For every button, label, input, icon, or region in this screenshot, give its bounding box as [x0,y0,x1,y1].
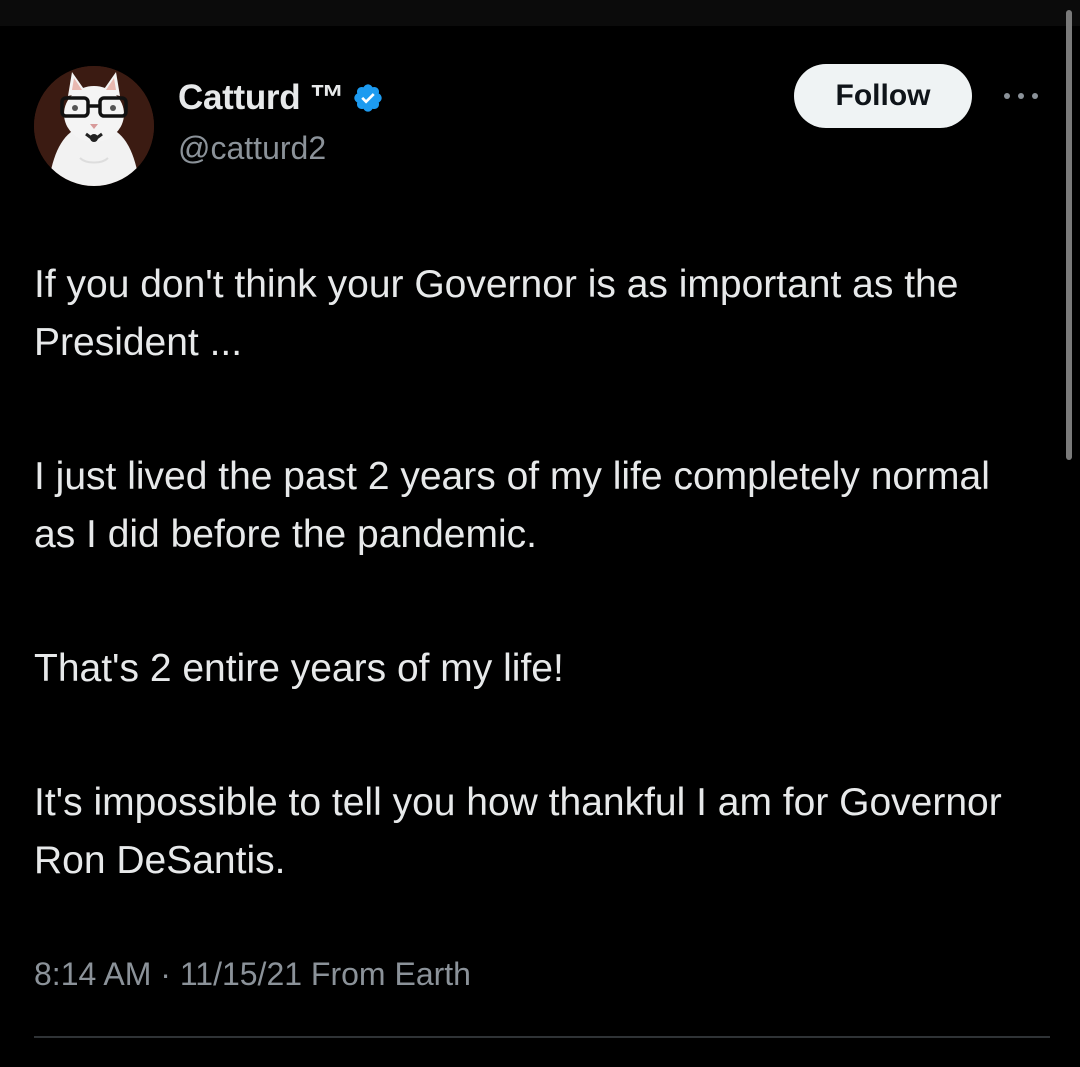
tweet-metadata: 8:14 AM · 11/15/21 From Earth [34,956,471,993]
follow-button[interactable]: Follow [794,64,972,128]
tweet-card: Catturd ™ @catturd2 Follow If you don't … [0,26,1080,1067]
tweet-text: If you don't think your Governor is as i… [34,256,1034,890]
cat-with-glasses-avatar-icon [34,66,154,186]
divider [34,1036,1050,1038]
more-options-icon [1004,93,1038,99]
tweet-time[interactable]: 8:14 AM [34,956,151,992]
verified-badge-icon [354,84,383,112]
author-name-row: Catturd ™ [178,78,384,118]
display-name[interactable]: Catturd ™ [178,78,345,118]
more-options-button[interactable] [998,82,1044,110]
top-strip [0,0,1080,26]
tweet-paragraph: That's 2 entire years of my life! [34,647,564,690]
handle[interactable]: @catturd2 [178,130,326,167]
meta-separator: · [151,956,180,992]
tweet-date[interactable]: 11/15/21 [180,956,302,992]
tweet-paragraph: It's impossible to tell you how thankful… [34,781,1002,882]
scrollbar[interactable] [1066,10,1072,460]
tweet-paragraph: If you don't think your Governor is as i… [34,263,959,364]
tweet-source: From Earth [310,956,471,992]
tweet-paragraph: I just lived the past 2 years of my life… [34,455,990,556]
avatar[interactable] [34,66,154,186]
